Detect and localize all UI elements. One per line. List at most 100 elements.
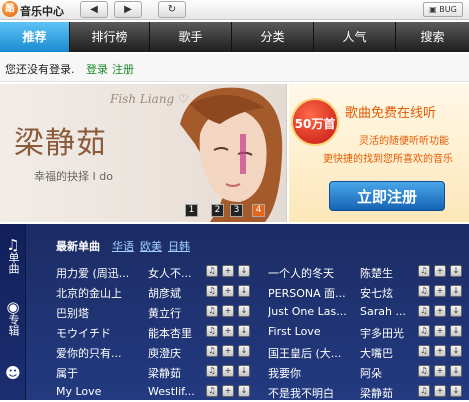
- tab-popular[interactable]: 人气: [314, 22, 396, 52]
- download-icon[interactable]: ↓: [450, 305, 462, 317]
- song-title[interactable]: 巴别塔: [56, 305, 144, 321]
- add-icon[interactable]: +: [434, 385, 446, 397]
- listen-icon[interactable]: ♫: [206, 365, 218, 377]
- song-artist[interactable]: Sarah ...: [360, 305, 412, 318]
- listen-icon[interactable]: ♫: [418, 325, 430, 337]
- song-title[interactable]: 一个人的冬天: [268, 265, 356, 281]
- listen-icon[interactable]: ♫: [206, 305, 218, 317]
- song-artist[interactable]: 女人不...: [148, 265, 200, 281]
- sidebar-item-people[interactable]: ☻: [0, 366, 26, 381]
- song-artist[interactable]: 宇多田光: [360, 325, 412, 341]
- song-title[interactable]: 用力爱 (周迅...: [56, 265, 144, 281]
- add-icon[interactable]: +: [222, 345, 234, 357]
- add-icon[interactable]: +: [434, 325, 446, 337]
- download-icon[interactable]: ↓: [238, 325, 250, 337]
- listen-icon[interactable]: ♫: [206, 325, 218, 337]
- song-title[interactable]: Just One Las...: [268, 305, 356, 318]
- tab-chinese[interactable]: 华语: [112, 238, 134, 254]
- listen-icon[interactable]: ♫: [418, 385, 430, 397]
- download-icon[interactable]: ↓: [238, 305, 250, 317]
- listen-icon[interactable]: ♫: [418, 365, 430, 377]
- login-status-text: 您还没有登录.: [5, 63, 75, 76]
- song-artist[interactable]: 胡彦斌: [148, 285, 200, 301]
- tab-categories[interactable]: 分类: [232, 22, 314, 52]
- song-title[interactable]: 不是我不明白: [268, 385, 356, 401]
- refresh-button[interactable]: ↻: [158, 1, 186, 18]
- tab-recommend[interactable]: 推荐: [0, 22, 70, 52]
- listen-icon[interactable]: ♫: [418, 265, 430, 277]
- song-title[interactable]: First Love: [268, 325, 356, 338]
- listen-icon[interactable]: ♫: [206, 265, 218, 277]
- add-icon[interactable]: +: [434, 345, 446, 357]
- add-icon[interactable]: +: [434, 265, 446, 277]
- download-icon[interactable]: ↓: [450, 325, 462, 337]
- banner-page-4[interactable]: 4: [252, 204, 265, 217]
- song-artist[interactable]: 梁静茹: [148, 365, 200, 381]
- category-sidebar: ♫ 单曲 ◉ 专辑 ☻: [0, 224, 26, 400]
- song-title[interactable]: My Love: [56, 385, 144, 398]
- song-title[interactable]: 我要你: [268, 365, 356, 381]
- featured-banner[interactable]: Fish Liang ♡ 梁静茹 幸福的抉择 I do: [0, 84, 287, 222]
- listen-icon[interactable]: ♫: [206, 285, 218, 297]
- sidebar-item-singles[interactable]: ♫ 单曲: [0, 238, 26, 278]
- back-button[interactable]: ◀: [80, 1, 108, 18]
- add-icon[interactable]: +: [222, 325, 234, 337]
- song-artist[interactable]: 能本杏里: [148, 325, 200, 341]
- tab-western[interactable]: 欧美: [140, 238, 162, 254]
- listen-icon[interactable]: ♫: [418, 345, 430, 357]
- download-icon[interactable]: ↓: [450, 265, 462, 277]
- song-title[interactable]: 属于: [56, 365, 144, 381]
- download-icon[interactable]: ↓: [238, 365, 250, 377]
- listen-icon[interactable]: ♫: [418, 305, 430, 317]
- artist-photo: [180, 87, 283, 222]
- banner-page-3[interactable]: 3: [230, 204, 243, 217]
- song-artist[interactable]: 陈楚生: [360, 265, 412, 281]
- forward-button[interactable]: ▶: [114, 1, 142, 18]
- song-artist[interactable]: 大嘴巴: [360, 345, 412, 361]
- add-icon[interactable]: +: [222, 385, 234, 397]
- sidebar-item-albums[interactable]: ◉ 专辑: [0, 300, 26, 340]
- download-icon[interactable]: ↓: [238, 285, 250, 297]
- download-icon[interactable]: ↓: [238, 385, 250, 397]
- banner-page-1[interactable]: 1: [185, 204, 198, 217]
- bug-report-button[interactable]: ▣ BUG: [423, 2, 463, 17]
- register-link[interactable]: 注册: [112, 61, 134, 77]
- song-title[interactable]: PERSONA 面...: [268, 285, 356, 301]
- listen-icon[interactable]: ♫: [206, 345, 218, 357]
- song-row: モウイチド 能本杏里 ♫ + ↓ First Love 宇多田光 ♫ + ↓: [56, 322, 469, 342]
- song-title[interactable]: 国王皇后 (大...: [268, 345, 356, 361]
- song-artist[interactable]: 庾澄庆: [148, 345, 200, 361]
- tab-search[interactable]: 搜索: [396, 22, 469, 52]
- download-icon[interactable]: ↓: [450, 345, 462, 357]
- download-icon[interactable]: ↓: [238, 345, 250, 357]
- download-icon[interactable]: ↓: [450, 285, 462, 297]
- login-link[interactable]: 登录: [86, 61, 108, 77]
- song-artist[interactable]: 阿朵: [360, 365, 412, 381]
- song-artist[interactable]: Westlif...: [148, 385, 200, 398]
- tab-japanese-korean[interactable]: 日韩: [168, 238, 190, 254]
- song-artist[interactable]: 梁静茹: [360, 385, 412, 401]
- add-icon[interactable]: +: [222, 265, 234, 277]
- promo-line-2: 更快捷的找到您所喜欢的音乐: [323, 154, 453, 165]
- song-title[interactable]: 爱你的只有...: [56, 345, 144, 361]
- listen-icon[interactable]: ♫: [418, 285, 430, 297]
- listen-icon[interactable]: ♫: [206, 385, 218, 397]
- add-icon[interactable]: +: [434, 365, 446, 377]
- add-icon[interactable]: +: [222, 305, 234, 317]
- tab-artists[interactable]: 歌手: [150, 22, 232, 52]
- tab-charts[interactable]: 排行榜: [70, 22, 150, 52]
- song-title[interactable]: 北京的金山上: [56, 285, 144, 301]
- register-now-button[interactable]: 立即注册: [329, 181, 445, 211]
- add-icon[interactable]: +: [434, 305, 446, 317]
- banner-page-2[interactable]: 2: [211, 204, 224, 217]
- add-icon[interactable]: +: [222, 285, 234, 297]
- download-icon[interactable]: ↓: [238, 265, 250, 277]
- song-title[interactable]: モウイチド: [56, 325, 144, 341]
- add-icon[interactable]: +: [434, 285, 446, 297]
- download-icon[interactable]: ↓: [450, 385, 462, 397]
- song-artist[interactable]: 黄立行: [148, 305, 200, 321]
- add-icon[interactable]: +: [222, 365, 234, 377]
- song-artist[interactable]: 安七炫: [360, 285, 412, 301]
- download-icon[interactable]: ↓: [450, 365, 462, 377]
- banner-artist-name: 梁静茹: [14, 126, 107, 161]
